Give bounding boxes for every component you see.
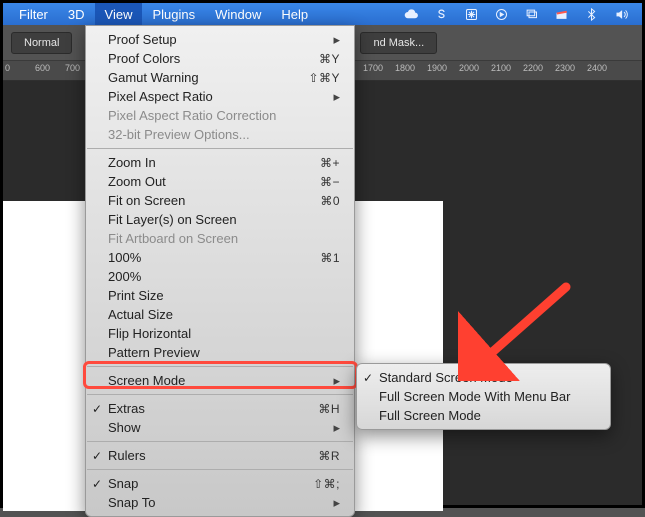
checkmark-icon: ✓ [92, 477, 102, 491]
menu-item-flip-horizontal[interactable]: Flip Horizontal [86, 324, 354, 343]
submenu-item-standard[interactable]: ✓ Standard Screen Mode [357, 368, 610, 387]
menu-item-zoom-out[interactable]: Zoom Out ⌘− [86, 172, 354, 191]
ruler-tick: 0 [5, 63, 10, 73]
menu-plugins[interactable]: Plugins [142, 3, 205, 25]
ruler-tick: 2000 [459, 63, 479, 73]
letter-s-icon[interactable] [431, 3, 451, 25]
cloud-icon[interactable] [401, 3, 421, 25]
menu-separator [87, 441, 353, 442]
screen-mode-submenu: ✓ Standard Screen Mode Full Screen Mode … [356, 363, 611, 430]
menu-item-extras[interactable]: ✓ Extras ⌘H [86, 399, 354, 418]
submenu-arrow-icon: ▸ [333, 373, 340, 389]
play-circle-icon[interactable] [491, 3, 511, 25]
menu-item-100pct[interactable]: 100% ⌘1 [86, 248, 354, 267]
menu-help[interactable]: Help [271, 3, 318, 25]
submenu-item-full-screen[interactable]: Full Screen Mode [357, 406, 610, 425]
menu-3d[interactable]: 3D [58, 3, 95, 25]
ruler-tick: 2200 [523, 63, 543, 73]
menu-item-fit-artboard: Fit Artboard on Screen [86, 229, 354, 248]
submenu-arrow-icon: ▸ [333, 420, 340, 436]
volume-icon[interactable] [611, 3, 631, 25]
menu-item-pattern-preview[interactable]: Pattern Preview [86, 343, 354, 362]
checkmark-icon: ✓ [363, 371, 373, 385]
view-menu-dropdown: Proof Setup ▸ Proof Colors ⌘Y Gamut Warn… [85, 25, 355, 517]
app-menubar: Filter 3D View Plugins Window Help [3, 3, 642, 25]
menu-item-snap[interactable]: ✓ Snap ⇧⌘; [86, 474, 354, 493]
ruler-tick: 2400 [587, 63, 607, 73]
ruler-tick: 700 [65, 63, 80, 73]
menu-item-fit-on-screen[interactable]: Fit on Screen ⌘0 [86, 191, 354, 210]
menu-item-pixel-aspect-ratio[interactable]: Pixel Aspect Ratio ▸ [86, 87, 354, 106]
menu-filter[interactable]: Filter [9, 3, 58, 25]
menu-separator [87, 366, 353, 367]
submenu-arrow-icon: ▸ [333, 32, 340, 48]
menu-window[interactable]: Window [205, 3, 271, 25]
menu-item-proof-colors[interactable]: Proof Colors ⌘Y [86, 49, 354, 68]
menu-item-par-correction: Pixel Aspect Ratio Correction [86, 106, 354, 125]
ruler-tick: 1800 [395, 63, 415, 73]
blend-mode-button[interactable]: Normal [11, 32, 72, 54]
bluetooth-icon[interactable] [581, 3, 601, 25]
submenu-arrow-icon: ▸ [333, 495, 340, 511]
menu-item-gamut-warning[interactable]: Gamut Warning ⇧⌘Y [86, 68, 354, 87]
ruler-tick: 600 [35, 63, 50, 73]
menu-item-200pct[interactable]: 200% [86, 267, 354, 286]
menu-item-rulers[interactable]: ✓ Rulers ⌘R [86, 446, 354, 465]
ruler-tick: 1900 [427, 63, 447, 73]
menu-item-fit-layers[interactable]: Fit Layer(s) on Screen [86, 210, 354, 229]
clapper-icon[interactable] [551, 3, 571, 25]
checkmark-icon: ✓ [92, 449, 102, 463]
menu-view[interactable]: View [95, 3, 143, 25]
menu-separator [87, 148, 353, 149]
mask-button[interactable]: nd Mask... [360, 32, 437, 54]
menu-item-print-size[interactable]: Print Size [86, 286, 354, 305]
checkmark-icon: ✓ [92, 402, 102, 416]
menu-item-zoom-in[interactable]: Zoom In ⌘+ [86, 153, 354, 172]
menu-item-proof-setup[interactable]: Proof Setup ▸ [86, 30, 354, 49]
snowflake-icon[interactable] [461, 3, 481, 25]
menu-item-32bit-preview: 32-bit Preview Options... [86, 125, 354, 144]
windows-icon[interactable] [521, 3, 541, 25]
menu-item-show[interactable]: Show ▸ [86, 418, 354, 437]
ruler-tick: 2100 [491, 63, 511, 73]
menu-item-snap-to[interactable]: Snap To ▸ [86, 493, 354, 512]
ruler-tick: 1700 [363, 63, 383, 73]
submenu-item-full-with-menubar[interactable]: Full Screen Mode With Menu Bar [357, 387, 610, 406]
menu-item-screen-mode[interactable]: Screen Mode ▸ [86, 371, 354, 390]
menu-separator [87, 394, 353, 395]
menu-separator [87, 469, 353, 470]
submenu-arrow-icon: ▸ [333, 89, 340, 105]
ruler-tick: 2300 [555, 63, 575, 73]
menu-item-actual-size[interactable]: Actual Size [86, 305, 354, 324]
